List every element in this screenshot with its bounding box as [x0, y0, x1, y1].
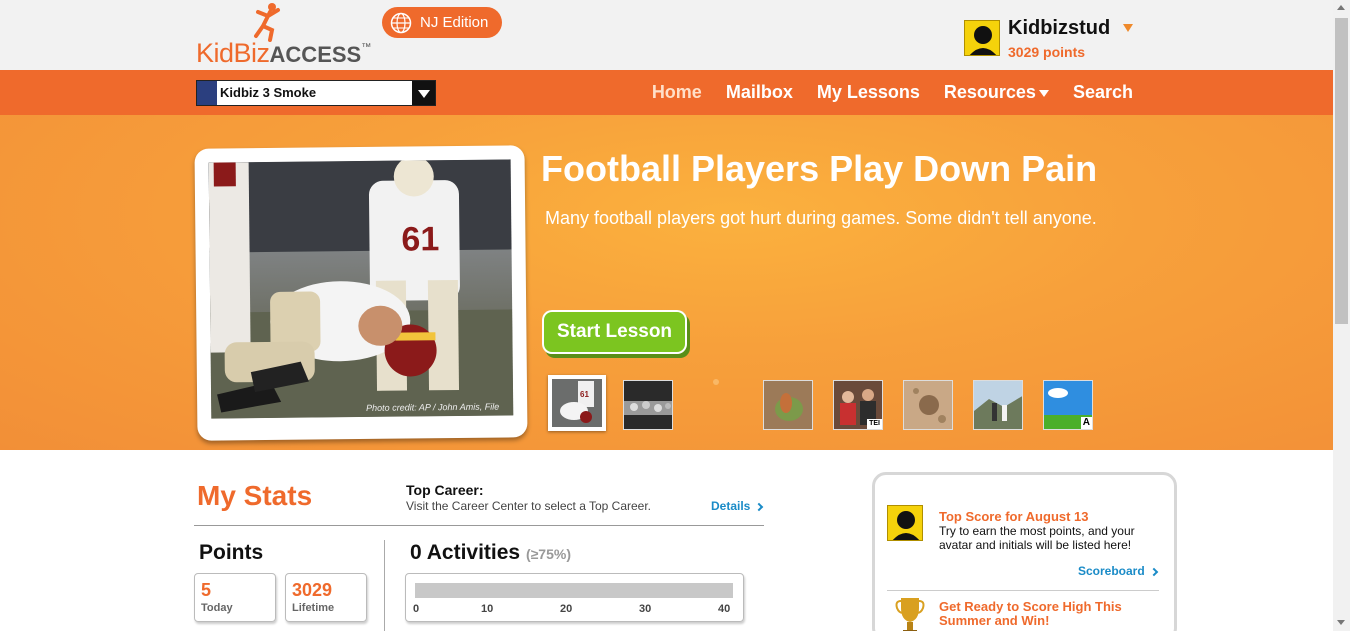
main-nav: Kidbiz 3 Smoke Home Mailbox My Lessons R…	[0, 70, 1333, 115]
photo-credit: Photo credit: AP / John Amis, File	[366, 401, 500, 413]
logo-access-text: ACCESS	[269, 42, 362, 67]
caret-down-icon	[1038, 89, 1049, 97]
thumbnail-hikers[interactable]	[973, 380, 1023, 430]
thumbnail-football[interactable]: 61	[548, 375, 606, 431]
top-score-desc: Try to earn the most points, and your av…	[939, 524, 1135, 552]
points-today-card: 5 Today	[194, 573, 276, 622]
scrollbar-thumb[interactable]	[1335, 18, 1348, 324]
thumbnail-field[interactable]: A	[1043, 380, 1093, 430]
thumbnail-placeholder-dot	[713, 379, 719, 385]
scroll-down-icon[interactable]	[1337, 620, 1345, 625]
user-silhouette-icon	[892, 511, 920, 540]
globe-icon	[390, 12, 412, 33]
points-today-label: Today	[201, 602, 233, 614]
kidbiz-logo[interactable]: KidBizACCESS™	[196, 2, 386, 68]
activities-title: 0 Activities (≥75%)	[410, 541, 571, 565]
tick-label: 10	[481, 603, 494, 615]
thumbnail-people[interactable]: TEI	[833, 380, 883, 430]
tick-label: 40	[718, 603, 731, 615]
avatar	[964, 20, 1000, 56]
stats-divider	[194, 525, 764, 526]
promo-title[interactable]: Get Ready to Score High This Summer and …	[939, 600, 1159, 628]
top-career-desc: Visit the Career Center to select a Top …	[406, 499, 652, 513]
lesson-photo-frame: 61 Photo credit: AP / John Amis, File	[194, 145, 528, 441]
top-score-avatar	[887, 505, 923, 541]
stats-vertical-divider	[384, 540, 385, 631]
top-score-card: Top Score for August 13 Try to earn the …	[872, 472, 1177, 631]
tick-label: 20	[560, 603, 573, 615]
tick-label: 30	[639, 603, 652, 615]
svg-text:61: 61	[401, 220, 439, 258]
nav-links: Home Mailbox My Lessons Resources Search	[628, 70, 1133, 115]
trophy-icon	[895, 598, 925, 631]
logo-tm: ™	[361, 42, 371, 53]
my-stats-title: My Stats	[197, 480, 313, 511]
tick-label: 0	[413, 603, 420, 615]
activities-progress-card: 0 10 20 30 40	[405, 573, 744, 622]
start-lesson-button[interactable]: Start Lesson	[542, 310, 687, 354]
logo-wordmark: KidBizACCESS™	[196, 38, 371, 69]
chevron-right-icon	[755, 502, 764, 512]
scoreboard-link[interactable]: Scoreboard	[1078, 564, 1158, 578]
scoreboard-label: Scoreboard	[1078, 564, 1145, 578]
a-badge: A	[1080, 417, 1092, 429]
scroll-up-icon[interactable]	[1337, 5, 1345, 10]
football-thumb-image: 61	[552, 379, 602, 427]
dashboard-content: My Stats Top Career: Visit the Career Ce…	[0, 450, 1333, 631]
activities-progress-bar	[415, 583, 733, 598]
class-color-swatch	[197, 81, 217, 105]
nav-home[interactable]: Home	[652, 82, 702, 103]
details-label: Details	[711, 499, 751, 513]
class-select[interactable]: Kidbiz 3 Smoke	[196, 80, 436, 106]
points-lifetime-card: 3029 Lifetime	[285, 573, 367, 622]
hikers-thumb-image	[974, 381, 1022, 429]
edition-label: NJ Edition	[420, 14, 489, 31]
lesson-title[interactable]: Football Players Play Down Pain	[541, 148, 1097, 190]
activities-threshold: (≥75%)	[525, 546, 571, 562]
points-today-value: 5	[201, 580, 212, 600]
nav-resources[interactable]: Resources	[944, 82, 1049, 103]
runner-logo-icon	[254, 3, 280, 42]
football-player-image: 61	[208, 159, 514, 419]
tei-badge: TEI	[867, 419, 882, 429]
side-divider	[887, 590, 1159, 591]
top-header: KidBizACCESS™ NJ Edition Kidbizstud 3029…	[0, 0, 1333, 70]
lesson-description: Many football players got hurt during ga…	[545, 208, 1097, 228]
featured-lesson: 61 Photo credit: AP / John Amis, File Fo…	[0, 115, 1333, 450]
nav-mailbox[interactable]: Mailbox	[726, 82, 793, 103]
chevron-down-icon[interactable]	[1123, 24, 1133, 32]
username[interactable]: Kidbizstud	[1008, 17, 1110, 40]
thumbnail-crowd[interactable]	[623, 380, 673, 430]
points-title: Points	[199, 541, 264, 564]
user-points: 3029 points	[1008, 44, 1086, 60]
nav-my-lessons[interactable]: My Lessons	[817, 82, 920, 103]
lesson-photo[interactable]: 61 Photo credit: AP / John Amis, File	[208, 159, 514, 419]
top-career-label: Top Career:	[406, 482, 484, 498]
top-score-title: Top Score for August 13	[939, 509, 1089, 524]
nav-search[interactable]: Search	[1073, 82, 1133, 103]
points-lifetime-label: Lifetime	[292, 602, 335, 614]
points-lifetime-value: 3029	[292, 580, 333, 600]
logo-kid-text: KidBiz	[196, 38, 270, 68]
nav-resources-label: Resources	[943, 82, 1036, 102]
crowd-thumb-image	[624, 381, 672, 429]
page-scrollbar[interactable]	[1333, 0, 1350, 631]
chevron-right-icon	[1149, 567, 1158, 577]
svg-text:61: 61	[580, 390, 589, 399]
edition-button[interactable]: NJ Edition	[382, 7, 502, 38]
details-link[interactable]: Details	[711, 499, 764, 513]
dropdown-arrow-icon[interactable]	[412, 81, 435, 105]
class-select-value: Kidbiz 3 Smoke	[220, 85, 317, 100]
plant-thumb-image	[764, 381, 812, 429]
ground-thumb-image	[904, 381, 952, 429]
user-silhouette-icon	[969, 26, 997, 55]
activities-count: 0 Activities	[410, 541, 521, 564]
thumbnail-ground[interactable]	[903, 380, 953, 430]
thumbnail-plant[interactable]	[763, 380, 813, 430]
